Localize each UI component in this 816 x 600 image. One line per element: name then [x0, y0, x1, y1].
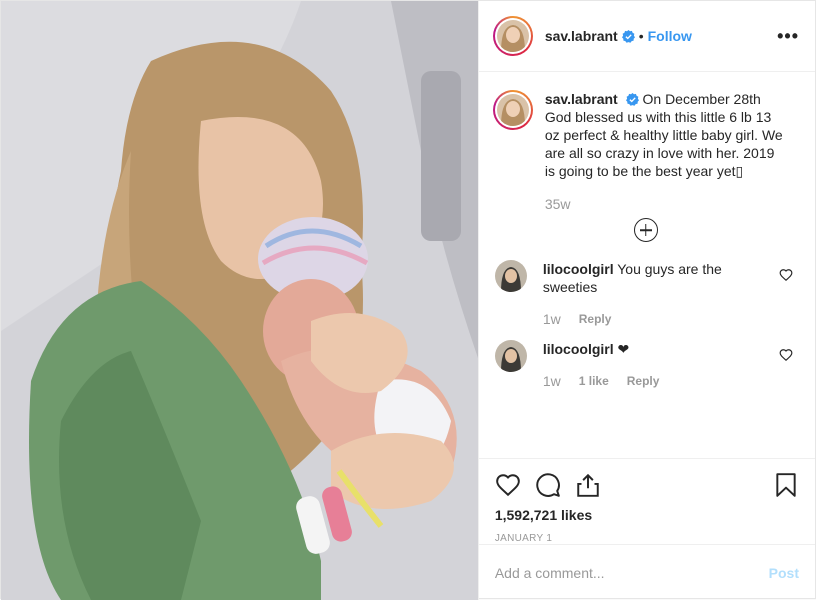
- likes-count[interactable]: 1,592,721 likes: [495, 507, 799, 523]
- author-username[interactable]: sav.labrant: [545, 28, 618, 44]
- commenter-username[interactable]: lilocoolgirl: [543, 261, 614, 277]
- comment-likes-count[interactable]: 1 like: [579, 372, 609, 390]
- add-comment-input[interactable]: [494, 564, 769, 581]
- commenter-username[interactable]: lilocoolgirl: [543, 341, 614, 357]
- comment-timestamp: 1w: [542, 311, 561, 327]
- caption-author-avatar[interactable]: [492, 90, 533, 130]
- commenter-avatar-image: [494, 260, 527, 292]
- bookmark-icon[interactable]: [773, 472, 799, 498]
- post-photo-illustration: [1, 1, 478, 600]
- author-avatar-image: [496, 20, 529, 52]
- comment-item: lilocoolgirl ❤ 1w 1 like Reply: [493, 340, 799, 390]
- reply-button[interactable]: Reply: [579, 310, 612, 328]
- load-more-comments-icon[interactable]: [633, 218, 658, 242]
- comment-like-heart-icon[interactable]: [779, 268, 793, 282]
- comment-like-heart-icon[interactable]: [779, 348, 793, 362]
- post-photo[interactable]: [1, 1, 478, 600]
- heart-icon[interactable]: [495, 472, 521, 498]
- verified-badge-icon: [621, 29, 635, 43]
- commenter-avatar[interactable]: [494, 340, 527, 372]
- load-more-comments: [493, 218, 799, 242]
- comment-meta: 1w 1 like Reply: [543, 372, 763, 390]
- comment-timestamp: 1w: [542, 373, 561, 389]
- post-header: sav.labrant • Follow •••: [478, 1, 815, 72]
- caption-timestamp: 35w: [544, 196, 571, 212]
- post-comment-button[interactable]: Post: [769, 565, 799, 581]
- add-comment-bar: Post: [478, 544, 815, 600]
- comment-body: lilocoolgirl You guys are the sweeties 1…: [543, 260, 763, 328]
- instagram-post: sav.labrant • Follow ••• sav.labrant On …: [0, 0, 816, 600]
- comment-text: ❤: [617, 341, 630, 357]
- commenter-avatar-image: [494, 340, 527, 372]
- comment-meta: 1w Reply: [543, 310, 763, 328]
- post-details-panel: sav.labrant • Follow ••• sav.labrant On …: [477, 1, 815, 600]
- caption-username[interactable]: sav.labrant: [545, 91, 618, 107]
- commenter-avatar[interactable]: [494, 260, 527, 292]
- verified-badge-icon: [625, 93, 639, 106]
- caption-text-block: sav.labrant On December 28th God blessed…: [545, 90, 785, 180]
- comments-list: sav.labrant On December 28th God blessed…: [479, 72, 815, 458]
- comment-body: lilocoolgirl ❤ 1w 1 like Reply: [543, 340, 763, 390]
- reply-button[interactable]: Reply: [627, 372, 660, 390]
- caption-avatar-image: [496, 94, 529, 126]
- comment-item: lilocoolgirl You guys are the sweeties 1…: [493, 260, 799, 328]
- separator-dot: •: [638, 28, 644, 44]
- post-caption: sav.labrant On December 28th God blessed…: [492, 90, 799, 180]
- author-avatar[interactable]: [492, 16, 533, 56]
- post-date: JANUARY 1: [494, 533, 553, 544]
- follow-button[interactable]: Follow: [648, 28, 692, 44]
- share-icon[interactable]: [575, 472, 601, 498]
- action-bar: [495, 471, 799, 499]
- caption-trailing-glyph: ▯: [735, 163, 744, 179]
- comment-icon[interactable]: [535, 472, 561, 498]
- more-options-icon[interactable]: •••: [777, 26, 799, 47]
